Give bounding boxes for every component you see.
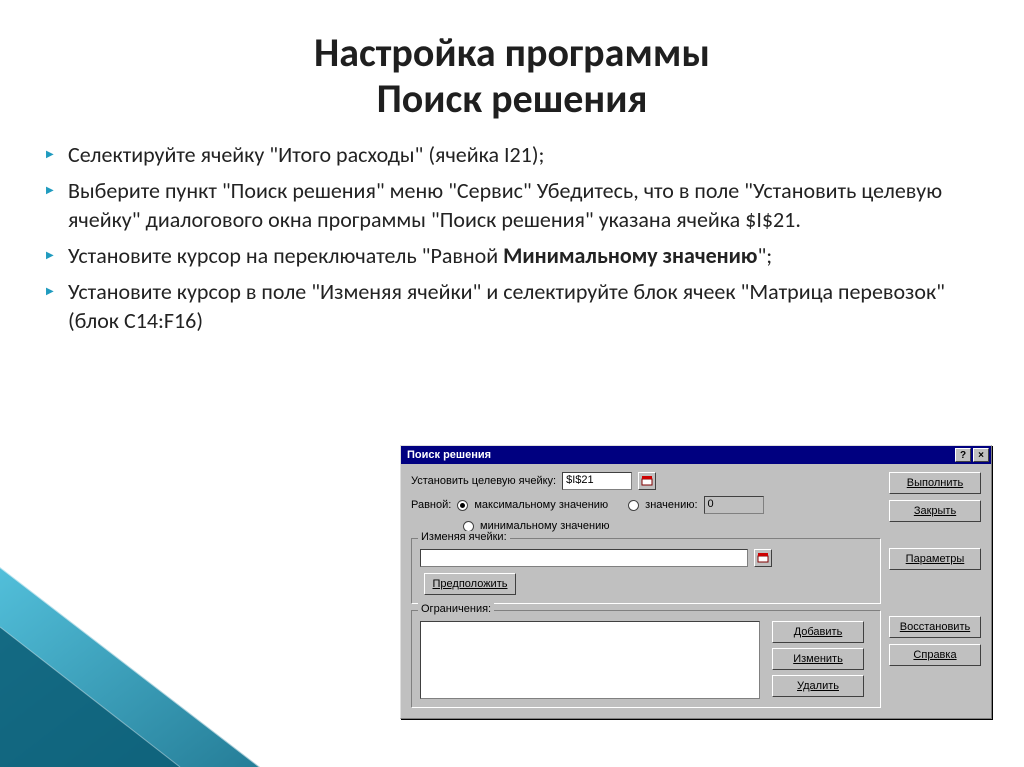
bullet-list: Селектируйте ячейку "Итого расходы" (яче… (44, 140, 984, 336)
radio-max[interactable] (457, 500, 468, 511)
help-button[interactable]: Справка (889, 644, 981, 666)
changing-cells-group: Изменяя ячейки: Предположить (411, 538, 881, 604)
decorative-corner (0, 507, 260, 767)
changing-cells-label: Изменяя ячейки: (418, 531, 510, 543)
radio-max-label: максимальному значению (474, 499, 608, 511)
constraints-group: Ограничения: Добавить Изменить Удалить (411, 610, 881, 708)
title-line-1: Настройка программы (40, 30, 984, 76)
ref-icon (641, 475, 653, 487)
target-ref-button[interactable] (638, 472, 656, 490)
execute-button[interactable]: Выполнить (889, 472, 981, 494)
solver-dialog: Поиск решения ? × Выполнить Закрыть Пара… (400, 445, 992, 719)
titlebar-help-button[interactable]: ? (955, 448, 971, 462)
add-button[interactable]: Добавить (772, 621, 864, 643)
dialog-right-buttons: Выполнить Закрыть Параметры Восстановить… (889, 472, 981, 666)
slide-title: Настройка программы Поиск решения (0, 0, 1024, 140)
bullet-item: Выберите пункт "Поиск решения" меню "Сер… (44, 176, 984, 235)
bullet-item: Установите курсор на переключатель "Равн… (44, 241, 984, 271)
radio-min[interactable] (463, 521, 474, 532)
change-button[interactable]: Изменить (772, 648, 864, 670)
dialog-titlebar[interactable]: Поиск решения ? × (401, 446, 991, 464)
slide-content: Селектируйте ячейку "Итого расходы" (яче… (0, 140, 1024, 336)
changing-cells-input[interactable] (420, 549, 748, 567)
target-cell-input[interactable]: $I$21 (562, 472, 632, 490)
restore-button[interactable]: Восстановить (889, 616, 981, 638)
title-line-2: Поиск решения (40, 76, 984, 122)
equal-label: Равной: (411, 499, 451, 511)
bullet-item: Установите курсор в поле "Изменяя ячейки… (44, 277, 984, 336)
changing-ref-button[interactable] (754, 549, 772, 567)
titlebar-close-button[interactable]: × (973, 448, 989, 462)
radio-value-label: значению: (645, 499, 697, 511)
radio-value[interactable] (628, 500, 639, 511)
constraints-listbox[interactable] (420, 621, 760, 699)
bullet-item: Селектируйте ячейку "Итого расходы" (яче… (44, 140, 984, 170)
target-cell-label: Установить целевую ячейку: (411, 475, 556, 487)
delete-button[interactable]: Удалить (772, 675, 864, 697)
dialog-title: Поиск решения (407, 449, 491, 461)
parameters-button[interactable]: Параметры (889, 548, 981, 570)
close-button[interactable]: Закрыть (889, 500, 981, 522)
value-input[interactable]: 0 (704, 496, 764, 514)
ref-icon (757, 552, 769, 564)
constraints-label: Ограничения: (418, 603, 494, 615)
suggest-button[interactable]: Предположить (424, 573, 516, 595)
